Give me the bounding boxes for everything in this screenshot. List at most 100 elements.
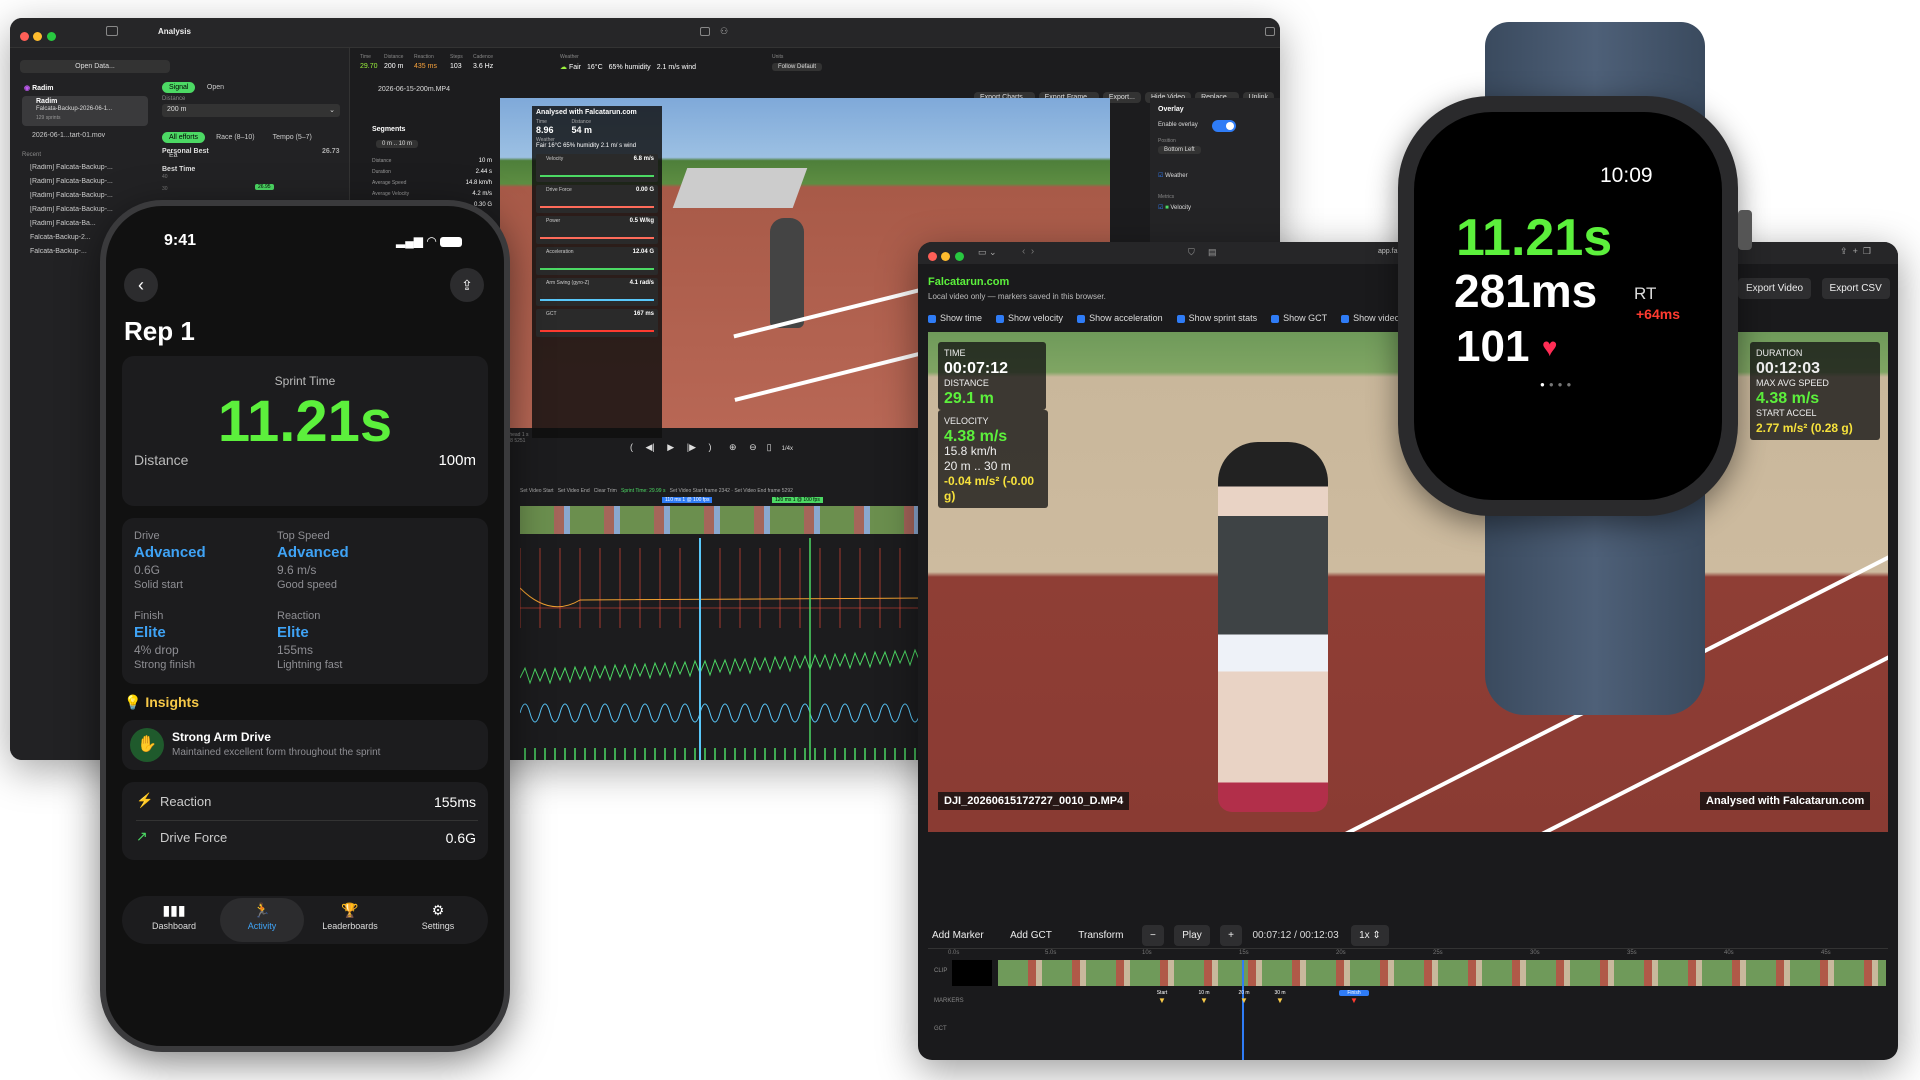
window-controls[interactable] — [928, 248, 964, 266]
activity-icon: 🏃 — [253, 902, 271, 918]
timeline-actions[interactable]: Set Video Start Set Video End Clear Trim… — [520, 488, 793, 494]
toolbar-icons[interactable]: ⇪ + ❐ — [1840, 246, 1871, 257]
folder-icon[interactable] — [1265, 27, 1275, 36]
timeline-marker[interactable]: 20 m ▼ — [1229, 990, 1259, 1005]
timeline-marker[interactable]: 30 m ▼ — [1265, 990, 1295, 1005]
page-dots[interactable]: ●●●● — [1540, 380, 1575, 389]
marker-badge-2[interactable]: 120 ms 1 @ 100 fps — [772, 497, 823, 503]
bracket-right-icon: ) — [708, 442, 712, 452]
distance-value: 100m — [438, 452, 476, 469]
clip-filmstrip[interactable] — [998, 960, 1886, 986]
units-block: Units Follow Default — [772, 54, 823, 71]
ruler-tick: 15s — [1239, 950, 1249, 956]
effort-filters[interactable]: All efforts Race (8–10) Tempo (5–7)Ea — [162, 126, 349, 162]
open-data-button[interactable]: Open Data... — [20, 60, 170, 73]
detail-rows: ⚡ Reaction 155ms ↗ Drive Force 0.6G — [122, 782, 488, 860]
step-back-button[interactable]: − — [1141, 925, 1164, 946]
effort-filter[interactable]: All efforts — [162, 132, 206, 143]
recent-item[interactable]: [Radim] Falcata-Backup-... — [30, 178, 150, 192]
runner-figure — [770, 218, 804, 328]
metric-cell[interactable]: Finish Elite 4% drop Strong finish — [134, 610, 274, 671]
playback-controls[interactable]: ( ◀| ▶ |▶ ) ⊕ ⊖ ▯ 1/4x — [630, 442, 793, 453]
signal-open-segmented[interactable]: Signal Open — [162, 76, 231, 94]
add-gct-button[interactable]: Add GCT — [1002, 925, 1060, 946]
tab-dashboard[interactable]: ▮▮▮ Dashboard — [132, 898, 216, 942]
effort-filter[interactable]: Tempo (5–7) — [266, 132, 319, 143]
sidebar-selected-item[interactable]: Radim Falcata-Backup-2026-06-1... 129 sp… — [22, 96, 148, 126]
signal-tracks[interactable] — [520, 538, 925, 760]
ruler-tick: 40s — [1724, 950, 1734, 956]
export-video-button[interactable]: Export Video — [1738, 278, 1812, 299]
reader-icon[interactable]: ▤ — [1208, 247, 1217, 258]
sidebar-toggle-icon[interactable] — [106, 26, 118, 36]
recent-item[interactable]: [Radim] Falcata-Backup-... — [30, 192, 150, 206]
marker-badge-1[interactable]: 110 ms 1 @ 100 fps — [662, 497, 713, 503]
tabs-icon: ❐ — [1862, 246, 1871, 256]
sidebar-file-item[interactable]: 2026-06-1...tart-01.mov — [32, 132, 105, 139]
arm-swing-track — [520, 703, 921, 723]
track-label-clip: CLIP — [934, 968, 948, 974]
play-icon: ▶ — [667, 442, 675, 452]
weather-checkbox[interactable]: ☑ Weather — [1158, 172, 1188, 179]
recent-item[interactable]: [Radim] Falcata-Backup-... — [30, 164, 150, 178]
watch-crown[interactable] — [1738, 210, 1752, 250]
enable-overlay-toggle[interactable] — [1212, 120, 1236, 132]
play-button[interactable]: Play — [1174, 925, 1210, 946]
timeline-marker[interactable]: Start ▼ — [1147, 990, 1177, 1005]
watch-reaction: 281ms — [1454, 265, 1598, 317]
signal-tab[interactable]: Signal — [162, 82, 196, 93]
effort-filter[interactable]: Race (8–10) — [209, 132, 262, 143]
step-forward-button[interactable]: + — [1220, 925, 1242, 946]
open-tab[interactable]: Open — [200, 82, 231, 93]
metric-cell[interactable]: Top Speed Advanced 9.6 m/s Good speed — [277, 530, 417, 591]
gct-track — [524, 748, 916, 760]
sidebar-group[interactable]: ◉ Radim — [24, 84, 53, 92]
tab-activity[interactable]: 🏃 Activity — [220, 898, 304, 942]
metric-cell[interactable]: Reaction Elite 155ms Lightning fast — [277, 610, 417, 671]
position-select[interactable]: Bottom Left — [1158, 146, 1201, 154]
layout-icon[interactable] — [700, 27, 710, 36]
tab-settings[interactable]: ⚙ Settings — [396, 898, 480, 942]
segments-label: Segments — [372, 126, 406, 133]
distance-select[interactable]: 200 m ⌄ — [162, 104, 340, 117]
share-button[interactable]: ⇪ — [450, 268, 484, 302]
new-tab-icon: + — [1852, 246, 1858, 256]
overlay-checkbox[interactable]: Show sprint stats — [1176, 313, 1257, 323]
metric-cell[interactable]: Drive Advanced 0.6G Solid start — [134, 530, 274, 591]
tab-leaderboards[interactable]: 🏆 Leaderboards — [308, 898, 392, 942]
timeline-marker[interactable]: 10 m ▼ — [1189, 990, 1219, 1005]
local-note: Local video only — markers saved in this… — [928, 292, 1106, 301]
transform-button[interactable]: Transform — [1070, 925, 1131, 946]
overlay-checkbox[interactable]: Show acceleration — [1077, 313, 1163, 323]
brand-title[interactable]: Falcatarun.com — [928, 276, 1009, 288]
battery-icon — [440, 236, 463, 247]
timeline-marker[interactable]: Finish ▼ — [1339, 990, 1369, 1005]
best-time-axis-top: 40 — [162, 174, 168, 180]
zoom-in-icon: ⊕ — [729, 442, 737, 452]
tab-overview-icon[interactable]: ▭ ⌄ — [978, 247, 997, 258]
overlay-checkbox[interactable]: Show time — [928, 313, 982, 323]
overlay-checkboxes[interactable]: Show time Show velocity Show acceleration S… — [928, 308, 1439, 326]
export-csv-button[interactable]: Export CSV — [1821, 278, 1890, 299]
duration-overlay: DURATION 00:12:03 MAX AVG SPEED 4.38 m/s STA… — [1750, 342, 1880, 440]
velocity-checkbox[interactable]: ☑ ■ Velocity — [1158, 204, 1191, 211]
shield-icon: ⛉ — [1188, 247, 1195, 257]
add-marker-button[interactable]: Add Marker — [924, 925, 992, 946]
overlay-checkbox[interactable]: Show GCT — [1271, 313, 1327, 323]
time-distance-overlay: TIME 00:07:12 DISTANCE 29.1 m — [938, 342, 1046, 410]
gear-icon: ⚙ — [431, 902, 445, 918]
back-button[interactable]: ‹ — [124, 268, 158, 302]
speed-select[interactable]: 1x ⇕ — [1351, 925, 1389, 946]
video-filmstrip[interactable] — [520, 506, 925, 534]
share-people-icon[interactable]: ⚇ — [720, 26, 728, 37]
trophy-icon: 🏆 — [341, 902, 359, 918]
window-controls[interactable] — [20, 28, 56, 46]
heart-icon: ♥ — [1542, 332, 1558, 362]
insight-card[interactable]: ✋ Strong Arm Drive Maintained excellent … — [122, 720, 488, 770]
chevron-updown-icon: ⇕ — [1372, 930, 1381, 941]
segments-range-select[interactable]: 0 m .. 10 m — [376, 140, 419, 148]
overlay-checkbox[interactable]: Show velocity — [996, 313, 1063, 323]
watch-delta: +64ms — [1636, 306, 1680, 322]
nav-arrows-icon[interactable]: ‹ › — [1022, 246, 1034, 257]
units-select[interactable]: Follow Default — [772, 63, 823, 71]
